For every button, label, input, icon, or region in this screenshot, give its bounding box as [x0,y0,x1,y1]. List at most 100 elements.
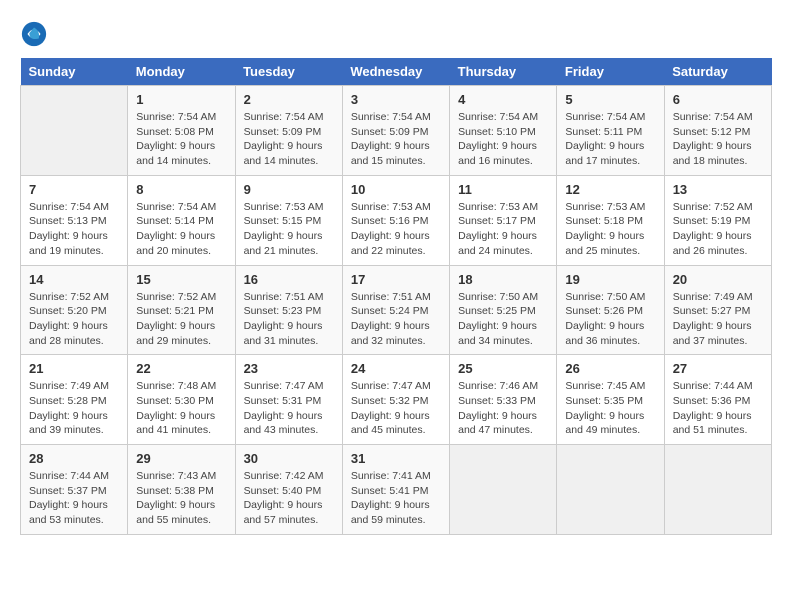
day-info: Sunrise: 7:50 AM Sunset: 5:25 PM Dayligh… [458,290,548,349]
daylight-text: Daylight: 9 hours and 29 minutes. [136,320,215,347]
sunset-text: Sunset: 5:32 PM [351,395,429,407]
daylight-text: Daylight: 9 hours and 43 minutes. [244,410,323,437]
calendar-cell: 9 Sunrise: 7:53 AM Sunset: 5:15 PM Dayli… [235,175,342,265]
day-number: 5 [565,92,655,107]
sunrise-text: Sunrise: 7:41 AM [351,470,431,482]
calendar-cell: 25 Sunrise: 7:46 AM Sunset: 5:33 PM Dayl… [450,355,557,445]
sunrise-text: Sunrise: 7:54 AM [673,111,753,123]
sunrise-text: Sunrise: 7:54 AM [29,201,109,213]
calendar-cell: 13 Sunrise: 7:52 AM Sunset: 5:19 PM Dayl… [664,175,771,265]
daylight-text: Daylight: 9 hours and 17 minutes. [565,140,644,167]
sunset-text: Sunset: 5:27 PM [673,305,751,317]
logo [20,20,52,48]
day-number: 26 [565,361,655,376]
sunset-text: Sunset: 5:09 PM [244,126,322,138]
days-of-week-row: SundayMondayTuesdayWednesdayThursdayFrid… [21,58,772,86]
calendar-cell: 17 Sunrise: 7:51 AM Sunset: 5:24 PM Dayl… [342,265,449,355]
calendar-cell: 22 Sunrise: 7:48 AM Sunset: 5:30 PM Dayl… [128,355,235,445]
day-number: 31 [351,451,441,466]
daylight-text: Daylight: 9 hours and 14 minutes. [244,140,323,167]
sunrise-text: Sunrise: 7:53 AM [351,201,431,213]
sunrise-text: Sunrise: 7:48 AM [136,380,216,392]
sunset-text: Sunset: 5:21 PM [136,305,214,317]
day-info: Sunrise: 7:54 AM Sunset: 5:09 PM Dayligh… [244,110,334,169]
day-info: Sunrise: 7:54 AM Sunset: 5:08 PM Dayligh… [136,110,226,169]
sunset-text: Sunset: 5:19 PM [673,215,751,227]
daylight-text: Daylight: 9 hours and 31 minutes. [244,320,323,347]
day-info: Sunrise: 7:52 AM Sunset: 5:19 PM Dayligh… [673,200,763,259]
sunrise-text: Sunrise: 7:54 AM [136,111,216,123]
calendar-table: SundayMondayTuesdayWednesdayThursdayFrid… [20,58,772,535]
daylight-text: Daylight: 9 hours and 19 minutes. [29,230,108,257]
daylight-text: Daylight: 9 hours and 45 minutes. [351,410,430,437]
sunset-text: Sunset: 5:15 PM [244,215,322,227]
daylight-text: Daylight: 9 hours and 26 minutes. [673,230,752,257]
daylight-text: Daylight: 9 hours and 49 minutes. [565,410,644,437]
sunrise-text: Sunrise: 7:54 AM [136,201,216,213]
day-info: Sunrise: 7:53 AM Sunset: 5:17 PM Dayligh… [458,200,548,259]
day-number: 21 [29,361,119,376]
day-info: Sunrise: 7:49 AM Sunset: 5:28 PM Dayligh… [29,379,119,438]
day-number: 4 [458,92,548,107]
calendar-cell: 28 Sunrise: 7:44 AM Sunset: 5:37 PM Dayl… [21,445,128,535]
calendar-cell: 1 Sunrise: 7:54 AM Sunset: 5:08 PM Dayli… [128,86,235,176]
calendar-cell: 15 Sunrise: 7:52 AM Sunset: 5:21 PM Dayl… [128,265,235,355]
day-number: 23 [244,361,334,376]
day-number: 17 [351,272,441,287]
calendar-cell: 7 Sunrise: 7:54 AM Sunset: 5:13 PM Dayli… [21,175,128,265]
sunrise-text: Sunrise: 7:44 AM [29,470,109,482]
sunrise-text: Sunrise: 7:49 AM [29,380,109,392]
sunset-text: Sunset: 5:38 PM [136,485,214,497]
sunrise-text: Sunrise: 7:46 AM [458,380,538,392]
calendar-cell: 14 Sunrise: 7:52 AM Sunset: 5:20 PM Dayl… [21,265,128,355]
sunrise-text: Sunrise: 7:44 AM [673,380,753,392]
daylight-text: Daylight: 9 hours and 16 minutes. [458,140,537,167]
day-number: 27 [673,361,763,376]
calendar-cell: 26 Sunrise: 7:45 AM Sunset: 5:35 PM Dayl… [557,355,664,445]
sunrise-text: Sunrise: 7:52 AM [136,291,216,303]
day-number: 1 [136,92,226,107]
sunrise-text: Sunrise: 7:54 AM [244,111,324,123]
calendar-cell [450,445,557,535]
sunset-text: Sunset: 5:18 PM [565,215,643,227]
day-number: 19 [565,272,655,287]
day-info: Sunrise: 7:52 AM Sunset: 5:21 PM Dayligh… [136,290,226,349]
day-info: Sunrise: 7:47 AM Sunset: 5:31 PM Dayligh… [244,379,334,438]
sunrise-text: Sunrise: 7:54 AM [351,111,431,123]
calendar-cell: 29 Sunrise: 7:43 AM Sunset: 5:38 PM Dayl… [128,445,235,535]
day-number: 6 [673,92,763,107]
calendar-cell: 6 Sunrise: 7:54 AM Sunset: 5:12 PM Dayli… [664,86,771,176]
sunset-text: Sunset: 5:10 PM [458,126,536,138]
day-number: 15 [136,272,226,287]
day-info: Sunrise: 7:43 AM Sunset: 5:38 PM Dayligh… [136,469,226,528]
sunrise-text: Sunrise: 7:43 AM [136,470,216,482]
calendar-cell: 5 Sunrise: 7:54 AM Sunset: 5:11 PM Dayli… [557,86,664,176]
day-number: 18 [458,272,548,287]
day-number: 7 [29,182,119,197]
daylight-text: Daylight: 9 hours and 32 minutes. [351,320,430,347]
sunrise-text: Sunrise: 7:51 AM [244,291,324,303]
calendar-cell: 31 Sunrise: 7:41 AM Sunset: 5:41 PM Dayl… [342,445,449,535]
calendar-cell: 16 Sunrise: 7:51 AM Sunset: 5:23 PM Dayl… [235,265,342,355]
calendar-cell: 3 Sunrise: 7:54 AM Sunset: 5:09 PM Dayli… [342,86,449,176]
day-number: 2 [244,92,334,107]
sunset-text: Sunset: 5:16 PM [351,215,429,227]
calendar-cell: 30 Sunrise: 7:42 AM Sunset: 5:40 PM Dayl… [235,445,342,535]
daylight-text: Daylight: 9 hours and 53 minutes. [29,499,108,526]
daylight-text: Daylight: 9 hours and 34 minutes. [458,320,537,347]
calendar-cell: 4 Sunrise: 7:54 AM Sunset: 5:10 PM Dayli… [450,86,557,176]
day-number: 14 [29,272,119,287]
calendar-week-5: 28 Sunrise: 7:44 AM Sunset: 5:37 PM Dayl… [21,445,772,535]
calendar-cell: 20 Sunrise: 7:49 AM Sunset: 5:27 PM Dayl… [664,265,771,355]
sunrise-text: Sunrise: 7:53 AM [458,201,538,213]
daylight-text: Daylight: 9 hours and 22 minutes. [351,230,430,257]
day-info: Sunrise: 7:47 AM Sunset: 5:32 PM Dayligh… [351,379,441,438]
day-number: 20 [673,272,763,287]
day-number: 11 [458,182,548,197]
day-number: 13 [673,182,763,197]
day-info: Sunrise: 7:42 AM Sunset: 5:40 PM Dayligh… [244,469,334,528]
daylight-text: Daylight: 9 hours and 37 minutes. [673,320,752,347]
day-info: Sunrise: 7:41 AM Sunset: 5:41 PM Dayligh… [351,469,441,528]
day-number: 12 [565,182,655,197]
calendar-week-2: 7 Sunrise: 7:54 AM Sunset: 5:13 PM Dayli… [21,175,772,265]
